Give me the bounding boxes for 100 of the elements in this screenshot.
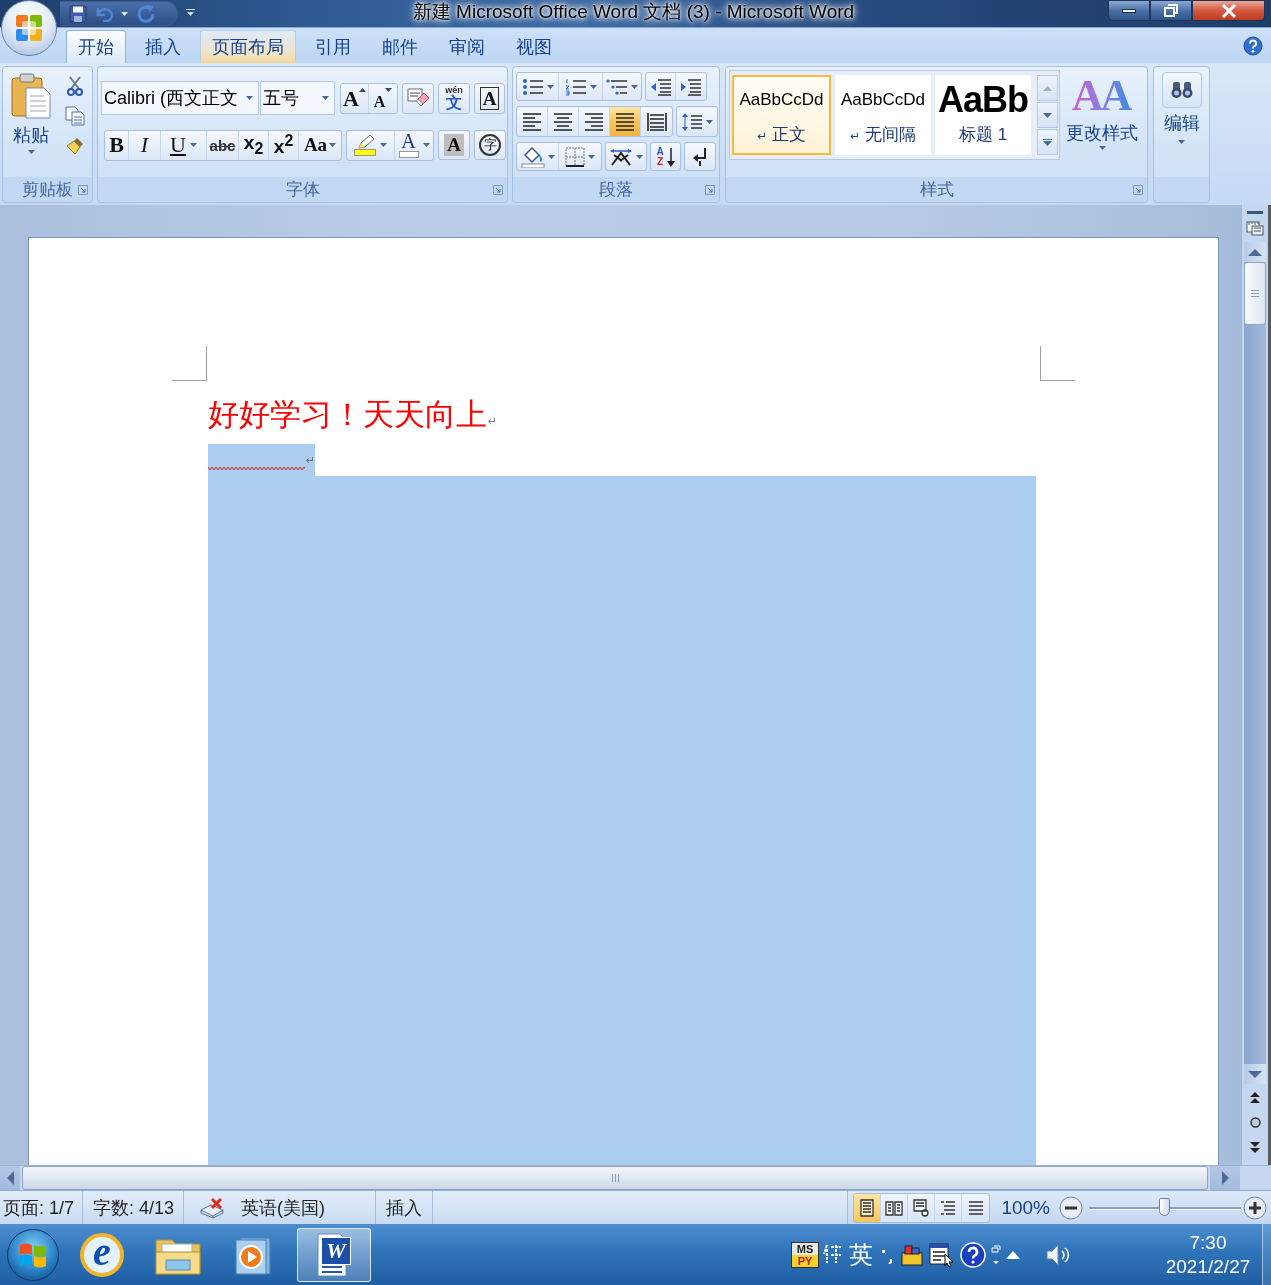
zoom-in-icon[interactable] bbox=[1243, 1195, 1267, 1220]
scissors-icon[interactable] bbox=[67, 76, 83, 96]
dialog-launcher-icon[interactable] bbox=[78, 184, 88, 195]
align-right-icon bbox=[584, 111, 604, 132]
italic-button[interactable]: I bbox=[129, 130, 161, 160]
circle-icon[interactable] bbox=[1249, 1117, 1261, 1128]
strikethrough-button[interactable]: abc bbox=[207, 130, 239, 160]
ribbon-tab[interactable]: 视图 bbox=[504, 30, 564, 63]
paste-button[interactable]: 粘贴 bbox=[7, 70, 55, 177]
font-color-button[interactable]: A bbox=[395, 130, 433, 160]
toolbox-icon[interactable] bbox=[900, 1242, 924, 1267]
bullet-list-icon bbox=[521, 77, 544, 96]
heading-text[interactable]: 好好学习！天天向上↵ bbox=[208, 393, 1036, 437]
close-button[interactable] bbox=[1192, 0, 1265, 21]
ribbon-tab[interactable]: 引用 bbox=[303, 30, 363, 63]
dialog-launcher-icon[interactable] bbox=[705, 184, 715, 195]
ribbon-tab[interactable]: 邮件 bbox=[370, 30, 430, 63]
gallery-more-button[interactable] bbox=[1037, 129, 1058, 155]
minimize-button[interactable] bbox=[1108, 0, 1150, 21]
up-triangle-icon[interactable] bbox=[1006, 1250, 1020, 1259]
clock-date[interactable]: 2021/2/27 bbox=[1165, 1254, 1251, 1279]
scroll-down-button[interactable] bbox=[1244, 1064, 1266, 1084]
caret-icon[interactable] bbox=[246, 96, 253, 100]
scroll-left-button[interactable] bbox=[0, 1166, 20, 1190]
grip-icon bbox=[1251, 290, 1259, 297]
double-up-arrow-icon[interactable] bbox=[1250, 1092, 1260, 1103]
ime-mode[interactable]: 英 bbox=[849, 1238, 873, 1271]
start-button[interactable] bbox=[7, 1228, 59, 1281]
zoom-level[interactable]: 100% bbox=[1001, 1196, 1050, 1219]
help-icon[interactable] bbox=[1243, 35, 1263, 56]
character-border-button[interactable]: A bbox=[474, 82, 505, 114]
scroll-right-button[interactable] bbox=[1210, 1166, 1240, 1190]
gallery-down-button[interactable] bbox=[1037, 102, 1058, 128]
line-spacing-button[interactable] bbox=[676, 106, 718, 137]
copy-icon[interactable] bbox=[65, 106, 85, 126]
clock-time[interactable]: 7:30 bbox=[1189, 1230, 1227, 1255]
align-center-icon bbox=[553, 111, 573, 132]
slider-thumb[interactable] bbox=[1159, 1197, 1170, 1216]
save-icon[interactable] bbox=[69, 4, 87, 23]
double-down-arrow-icon[interactable] bbox=[1250, 1142, 1260, 1153]
ribbon-tab[interactable]: 审阅 bbox=[437, 30, 497, 63]
style-tile[interactable]: AaBb 标题 1 bbox=[935, 75, 1031, 155]
expand-caret-icon bbox=[1043, 138, 1052, 146]
distribute-icon bbox=[646, 111, 667, 132]
caret-icon[interactable] bbox=[322, 96, 329, 100]
document-cursor-icon[interactable] bbox=[929, 1241, 955, 1268]
print-layout-button[interactable] bbox=[854, 1193, 882, 1222]
down-arrow-icon bbox=[666, 146, 675, 167]
grow-font-button[interactable]: A bbox=[341, 83, 369, 113]
ruler-icon[interactable] bbox=[1246, 220, 1264, 236]
browser-logo: e bbox=[80, 1232, 124, 1277]
up-triangle-icon bbox=[1248, 248, 1262, 256]
ribbon-tab[interactable]: 页面布局 bbox=[200, 30, 296, 63]
outline-icon bbox=[939, 1198, 958, 1217]
caret-icon bbox=[27, 150, 35, 154]
group-label: 段落 bbox=[599, 179, 633, 201]
caret-up-icon bbox=[358, 87, 366, 92]
caret-icon[interactable] bbox=[121, 11, 128, 16]
style-tile[interactable]: AaBbCcDd ↵ 无间隔 bbox=[835, 75, 931, 155]
paintbrush-icon[interactable] bbox=[65, 136, 85, 156]
scroll-up-button[interactable] bbox=[1244, 242, 1266, 262]
window-stack-icon[interactable] bbox=[991, 1243, 1001, 1266]
font-size-field[interactable]: 五号 bbox=[260, 81, 335, 115]
change-styles-button[interactable]: AA 更改样式 bbox=[1063, 70, 1141, 177]
bold-button[interactable]: B bbox=[105, 130, 129, 160]
ribbon-tab[interactable]: 开始 bbox=[66, 30, 126, 63]
close-icon bbox=[1220, 3, 1237, 18]
dialog-launcher-icon[interactable] bbox=[493, 184, 503, 195]
ribbon-tab[interactable]: 插入 bbox=[133, 30, 193, 63]
phonetic-guide-button[interactable]: wén 文 bbox=[438, 82, 470, 114]
show-marks-button[interactable] bbox=[684, 142, 716, 171]
change-case-button[interactable]: Aa bbox=[299, 130, 341, 160]
customize-caret-icon[interactable] bbox=[186, 9, 195, 16]
sort-button[interactable]: A Z bbox=[650, 142, 681, 171]
character-shading-button[interactable]: A bbox=[438, 130, 470, 160]
superscript-button[interactable]: x$^{2}$ bbox=[269, 130, 299, 160]
split-handle[interactable] bbox=[1247, 211, 1263, 214]
restore-button[interactable] bbox=[1150, 0, 1192, 21]
underline-button[interactable]: U bbox=[161, 130, 207, 160]
scroll-thumb[interactable] bbox=[1244, 262, 1266, 325]
group-label: 剪贴板 bbox=[22, 179, 73, 201]
style-tile[interactable]: AaBbCcDd ↵ 正文 bbox=[732, 75, 831, 155]
enclose-character-button[interactable]: 字 bbox=[474, 130, 506, 160]
caret-down-icon bbox=[385, 87, 393, 92]
browser-button[interactable]: e bbox=[69, 1227, 135, 1282]
font-name-field[interactable]: Calibri (西文正文 bbox=[101, 81, 259, 115]
editing-button[interactable]: 编辑 bbox=[1154, 67, 1209, 144]
caret-icon bbox=[380, 143, 387, 147]
language-indicator[interactable]: 英语(美国) bbox=[241, 1195, 326, 1220]
shrink-font-button[interactable]: A bbox=[369, 83, 397, 113]
caret-icon bbox=[636, 154, 643, 159]
subscript-button[interactable]: x$_{2}$ bbox=[239, 130, 269, 160]
spellcheck-book-icon[interactable] bbox=[199, 1196, 226, 1219]
clear-formatting-button[interactable] bbox=[402, 82, 434, 114]
zoom-out-icon[interactable] bbox=[1059, 1195, 1083, 1220]
vertical-scrollbar[interactable] bbox=[1241, 205, 1271, 1165]
dialog-launcher-icon[interactable] bbox=[1133, 184, 1143, 195]
asian-layout-button[interactable] bbox=[605, 142, 647, 171]
justify-button[interactable] bbox=[610, 107, 641, 136]
ime-logo[interactable]: MS PY bbox=[791, 1241, 819, 1268]
